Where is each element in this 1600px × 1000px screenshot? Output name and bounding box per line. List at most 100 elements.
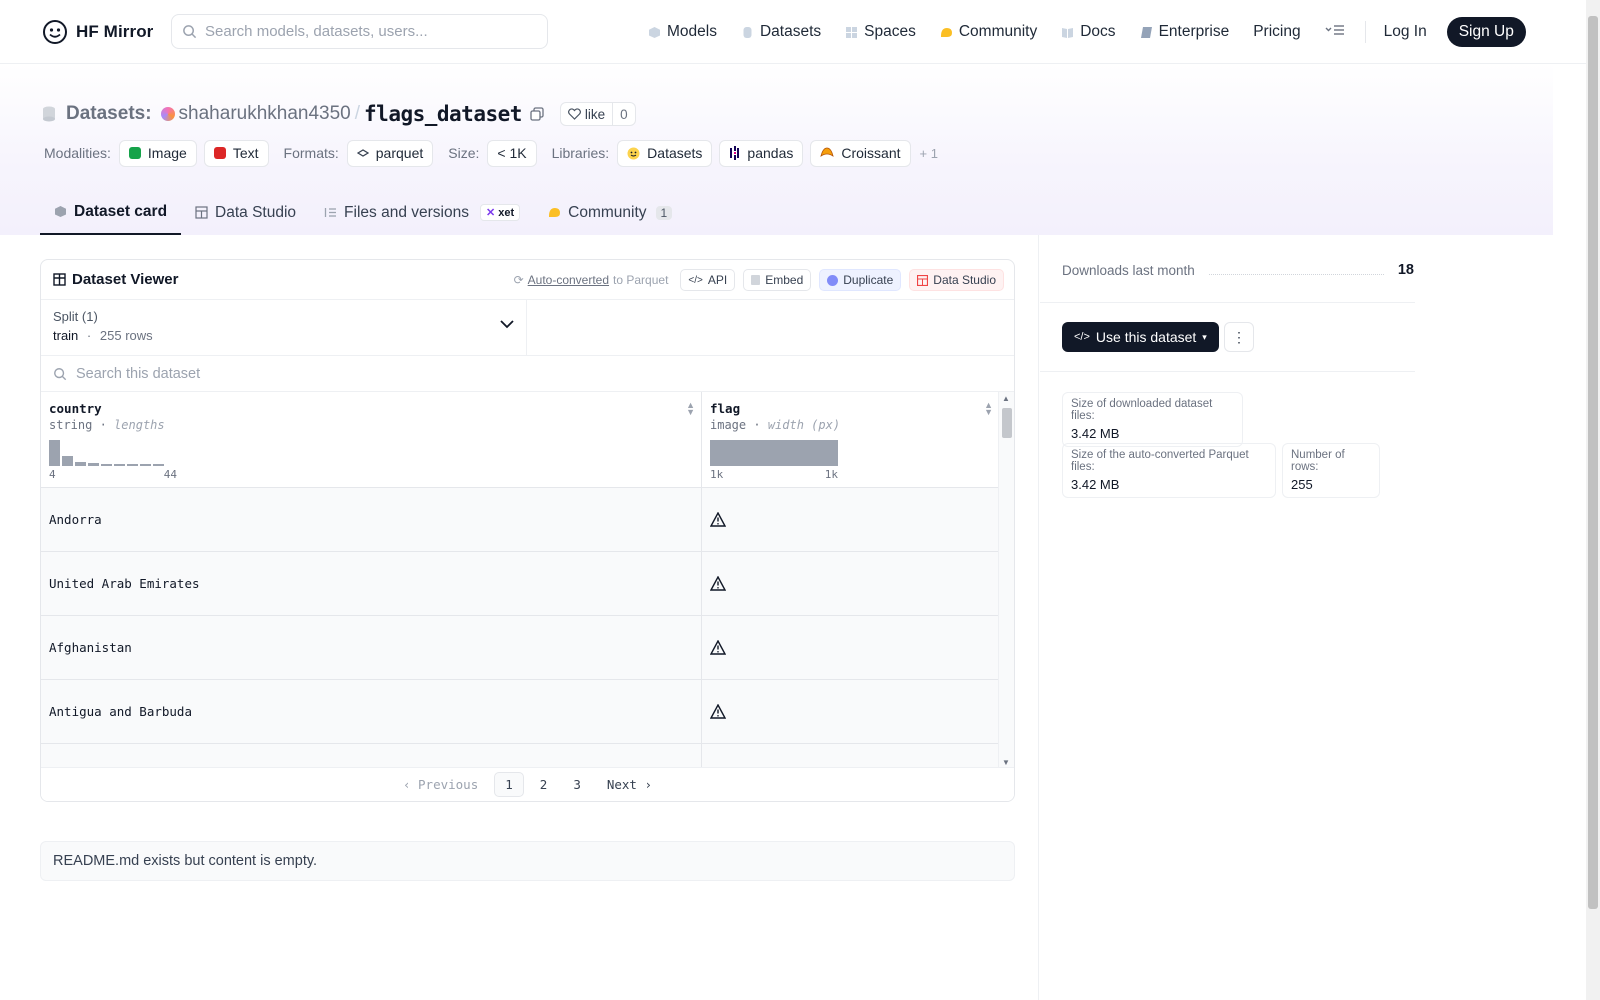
table-row[interactable]: Antigua and Barbuda [41, 680, 999, 744]
data-studio-button[interactable]: Data Studio [909, 269, 1004, 291]
like-button[interactable]: like 0 [559, 102, 636, 126]
table-row-partial[interactable] [41, 744, 999, 769]
country-cell: Andorra [41, 488, 702, 551]
page-scrollbar[interactable] [1586, 0, 1600, 1000]
warning-icon [710, 512, 726, 527]
nav-spaces[interactable]: Spaces [845, 23, 916, 41]
rows-count-value: 255 [1291, 477, 1313, 492]
page-2-button[interactable]: 2 [530, 773, 558, 796]
nav-docs[interactable]: Docs [1061, 23, 1116, 41]
viewer-title: Dataset Viewer [53, 271, 178, 288]
repo-tabs: Dataset card Data Studio Files and versi… [40, 190, 686, 235]
top-navbar: HF Mirror Search models, datasets, users… [0, 0, 1586, 64]
nav-models[interactable]: Models [648, 23, 717, 41]
api-label: API [707, 273, 728, 287]
tab-files-versions[interactable]: Files and versions ✕ xet [310, 190, 534, 235]
column-stat: lengths [114, 418, 165, 432]
use-this-dataset-button[interactable]: </> Use this dataset ▾ [1062, 322, 1219, 352]
embed-button[interactable]: Embed [743, 269, 812, 291]
grid-scrollbar[interactable]: ▲ ▼ [998, 392, 1014, 769]
more-libraries[interactable]: + 1 [920, 146, 938, 161]
owner-link[interactable]: shaharukhkhan4350 [179, 103, 351, 125]
page-scroll-thumb[interactable] [1588, 16, 1598, 909]
prev-page-button[interactable]: ‹ Previous [393, 773, 488, 796]
more-menu-icon[interactable] [1325, 23, 1345, 42]
histogram-bar [153, 464, 164, 466]
library-datasets-tag[interactable]: Datasets [617, 139, 713, 167]
hf-logo-icon [43, 20, 67, 44]
table-row[interactable]: Afghanistan [41, 616, 999, 680]
format-parquet-tag[interactable]: parquet [346, 139, 434, 167]
nav-enterprise[interactable]: Enterprise [1140, 23, 1229, 41]
column-header-flag[interactable]: flag image · width (px) 1k 1k ▲ ▼ [702, 392, 999, 487]
next-page-button[interactable]: Next › [597, 773, 662, 796]
flag-cell [702, 744, 999, 769]
nav-community[interactable]: Community [940, 23, 1037, 41]
rows-count-label: Number of rows: [1291, 449, 1345, 473]
modality-text-label: Text [232, 145, 259, 161]
duplicate-button[interactable]: Duplicate [819, 269, 902, 291]
embed-icon [751, 275, 761, 285]
downloads-value: 18 [1397, 262, 1414, 278]
dataset-search-input[interactable]: Search this dataset [41, 356, 1014, 392]
flag-cell [702, 616, 999, 679]
scroll-thumb[interactable] [1002, 408, 1012, 438]
global-search-input[interactable]: Search models, datasets, users... [171, 14, 548, 49]
library-pandas-tag[interactable]: pandas [719, 139, 804, 167]
width-distribution-bar [710, 440, 838, 466]
histogram-bar [140, 464, 151, 466]
histogram-bar [62, 456, 73, 466]
split-value: train · 255 rows [53, 328, 514, 343]
modality-text-tag[interactable]: Text [203, 139, 269, 167]
sort-icon[interactable]: ▲ ▼ [984, 401, 993, 417]
auto-converted-link[interactable]: Auto-converted [528, 273, 609, 287]
copy-icon[interactable] [530, 107, 544, 121]
data-grid: country string · lengths 4 44 ▲ ▼ flag im… [41, 392, 999, 769]
tab-community-label: Community [568, 203, 647, 221]
tab-data-studio[interactable]: Data Studio [181, 190, 310, 235]
code-icon: </> [1074, 331, 1090, 343]
page-1-button[interactable]: 1 [494, 772, 524, 797]
next-label: Next [606, 777, 637, 792]
column-header-country[interactable]: country string · lengths 4 44 ▲ ▼ [41, 392, 702, 487]
size-tag[interactable]: < 1K [487, 139, 537, 167]
page-3-button[interactable]: 3 [563, 773, 591, 796]
modality-image-tag[interactable]: Image [118, 139, 197, 167]
tab-dataset-card[interactable]: Dataset card [40, 190, 182, 235]
community-count: 1 [655, 205, 673, 220]
nav-datasets[interactable]: Datasets [741, 23, 821, 41]
table-row[interactable]: Andorra [41, 488, 999, 552]
api-button[interactable]: </> API [680, 269, 736, 291]
flag-cell [702, 488, 999, 551]
width-max: 1k [824, 468, 838, 481]
nav-pricing[interactable]: Pricing [1253, 23, 1300, 41]
login-link[interactable]: Log In [1384, 23, 1427, 41]
table-row[interactable]: United Arab Emirates [41, 552, 999, 616]
parquet-size-stat: Size of the auto-converted Parquet files… [1062, 443, 1276, 498]
scroll-up-icon[interactable]: ▲ [1002, 394, 1010, 403]
dataset-name[interactable]: flags_dataset [364, 102, 522, 126]
length-histogram [49, 440, 693, 466]
nav-community-label: Community [958, 23, 1038, 40]
more-options-button[interactable]: ⋮ [1224, 322, 1254, 352]
split-selector[interactable]: Split (1) train · 255 rows [41, 300, 527, 355]
histogram-bar [101, 464, 112, 466]
country-cell [41, 744, 702, 769]
brand-logo[interactable]: HF Mirror [42, 19, 153, 45]
database-icon [743, 26, 752, 38]
formats-label: Formats: [283, 145, 339, 161]
signup-button[interactable]: Sign Up [1446, 17, 1526, 47]
country-cell: Antigua and Barbuda [41, 680, 702, 743]
cube-icon [649, 26, 660, 38]
search-icon [183, 25, 197, 39]
scroll-down-icon[interactable]: ▼ [1002, 758, 1010, 767]
nav-divider [1364, 21, 1366, 43]
tab-community[interactable]: Community 1 [534, 190, 686, 235]
nav-pricing-label: Pricing [1253, 23, 1301, 40]
files-icon [324, 208, 337, 217]
repo-metadata: Modalities: Image Text Formats: parquet … [44, 139, 938, 167]
like-count: 0 [620, 106, 628, 122]
sort-icon[interactable]: ▲ ▼ [686, 401, 695, 417]
library-croissant-tag[interactable]: Croissant [810, 139, 911, 167]
split-label: Split (1) [53, 309, 98, 324]
